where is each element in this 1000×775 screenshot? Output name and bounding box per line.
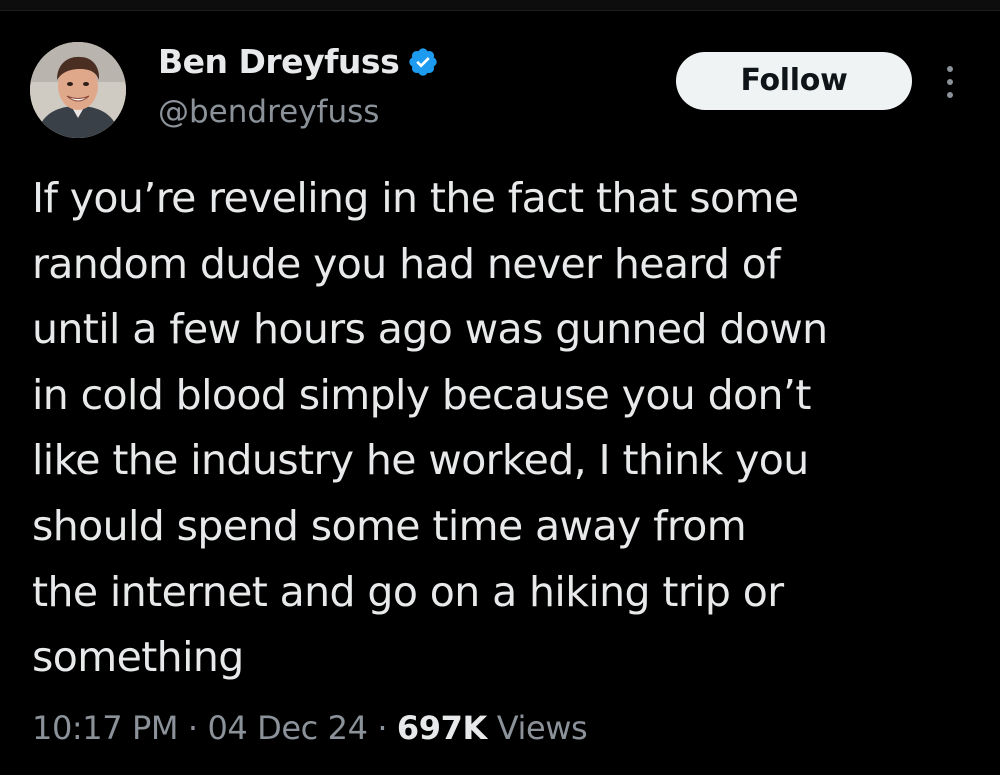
more-vertical-icon[interactable] — [938, 62, 962, 102]
avatar-photo — [30, 42, 126, 138]
tweet-text-line: something — [32, 633, 244, 682]
tweet-text: If you’re reveling in the fact that some… — [32, 166, 972, 691]
meta-separator: · — [377, 709, 388, 747]
verified-badge-icon[interactable] — [407, 46, 439, 78]
top-divider — [0, 0, 1000, 11]
avatar[interactable] — [30, 42, 126, 138]
author-name-text: Ben Dreyfuss — [158, 42, 400, 81]
tweet-text-line: If you’re reveling in the fact that some — [32, 174, 799, 222]
tweet-text-line: like the industry he worked, I think you — [32, 436, 809, 485]
tweet-text-line: the internet and go on a hiking trip or — [32, 567, 784, 616]
author-display-name[interactable]: Ben Dreyfuss — [158, 40, 439, 84]
tweet-text-line: should spend some time away from — [32, 501, 747, 550]
tweet-time[interactable]: 10:17 PM — [32, 709, 179, 747]
tweet-date[interactable]: 04 Dec 24 — [207, 709, 368, 747]
tweet-meta: 10:17 PM · 04 Dec 24 · 697K Views — [32, 706, 588, 750]
tweet-text-line: until a few hours ago was gunned down — [32, 305, 828, 354]
tweet-text-line: in cold blood simply because you don’t — [32, 370, 811, 419]
tweet-text-line: random dude you had never heard of — [32, 239, 781, 288]
meta-separator: · — [187, 709, 198, 747]
views-label: Views — [496, 709, 588, 747]
author-handle[interactable]: @bendreyfuss — [158, 92, 379, 132]
views-count[interactable]: 697K — [397, 709, 487, 747]
follow-button[interactable]: Follow — [676, 52, 912, 110]
